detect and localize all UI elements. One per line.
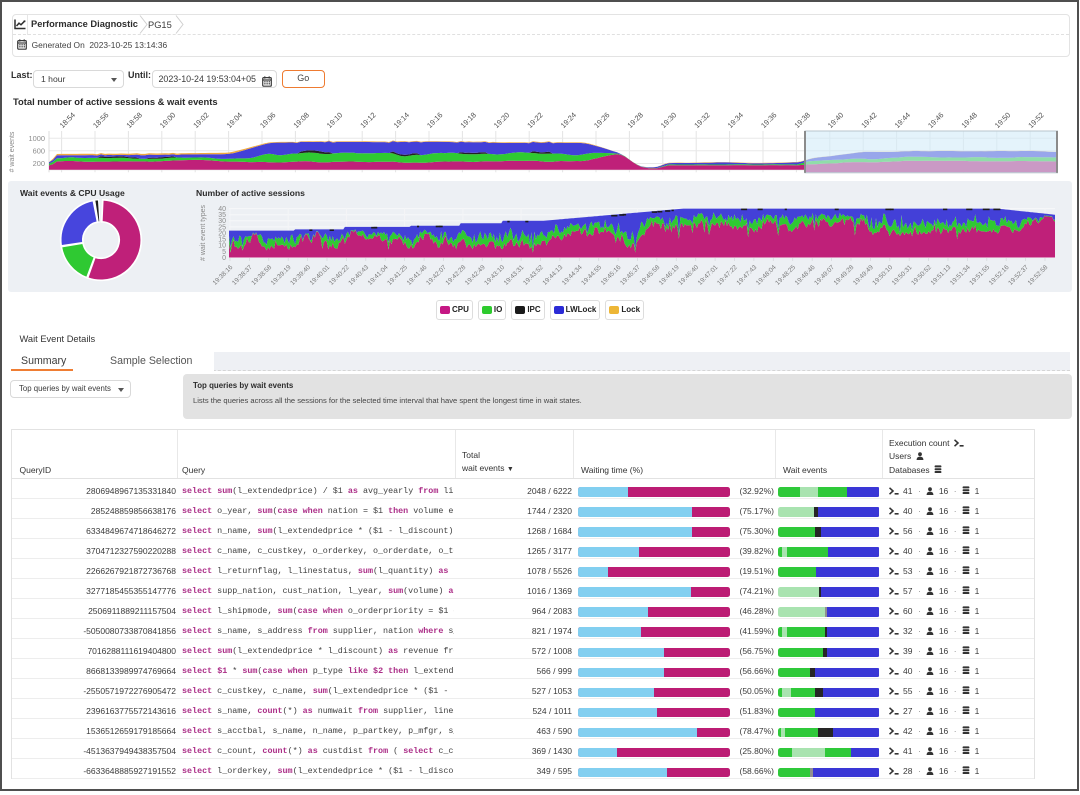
svg-text:20: 20 — [218, 231, 226, 238]
svg-text:25: 25 — [218, 224, 226, 231]
svg-text:30: 30 — [218, 218, 226, 225]
svg-text:5: 5 — [222, 249, 226, 256]
svg-text:10: 10 — [218, 243, 226, 250]
svg-text:15: 15 — [218, 237, 226, 244]
svg-text:0: 0 — [222, 255, 226, 262]
svg-text:35: 35 — [218, 212, 226, 219]
svg-text:# wait event types: # wait event types — [200, 204, 207, 261]
svg-text:40: 40 — [218, 206, 226, 213]
svg-text:19:52:58: 19:52:58 — [1027, 264, 1050, 287]
